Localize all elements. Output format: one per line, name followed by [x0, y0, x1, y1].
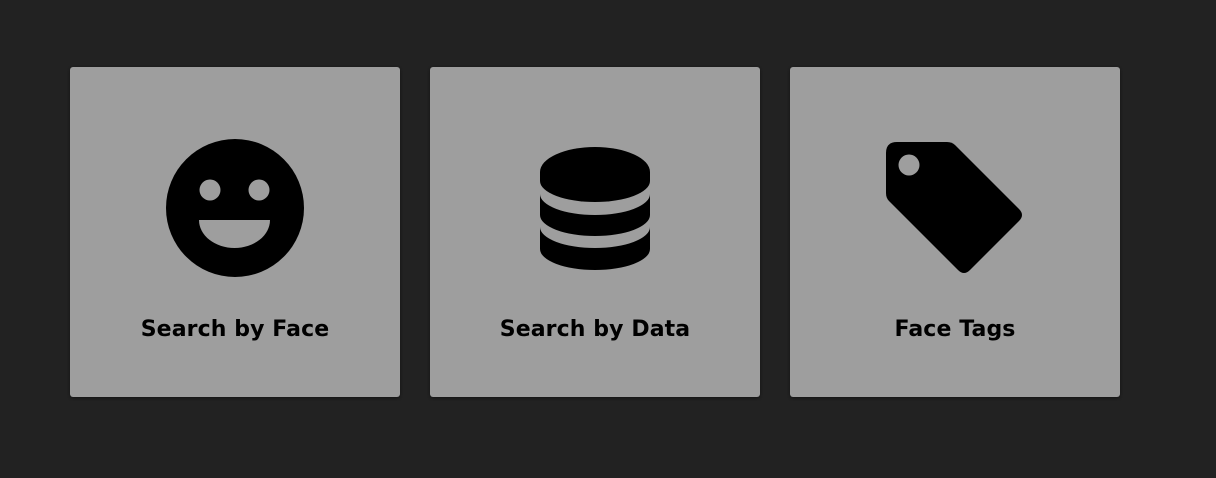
search-by-face-tile[interactable]: Search by Face — [70, 67, 400, 397]
search-by-data-label: Search by Data — [499, 317, 691, 342]
smiley-face-icon — [70, 133, 400, 283]
tile-grid: Search by Face Search by Data Face Tags — [70, 67, 1120, 397]
face-tags-label: Face Tags — [894, 317, 1016, 342]
search-by-data-tile[interactable]: Search by Data — [430, 67, 760, 397]
database-icon — [430, 133, 760, 283]
face-tags-tile[interactable]: Face Tags — [790, 67, 1120, 397]
search-by-face-label: Search by Face — [140, 317, 330, 342]
tag-icon — [790, 133, 1120, 283]
